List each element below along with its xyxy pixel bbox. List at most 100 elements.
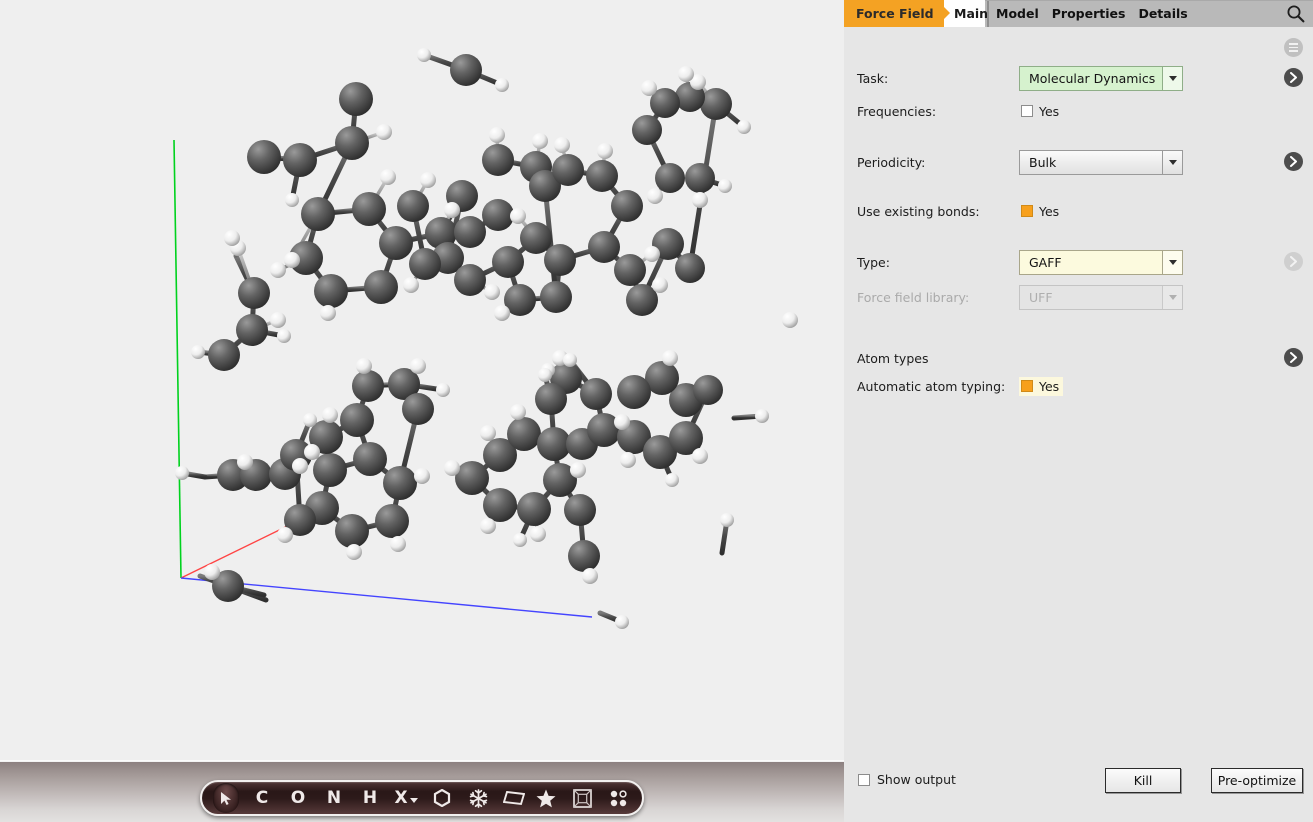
oxygen-tool[interactable]: O [285,783,311,813]
dots-icon [610,789,627,806]
force-field-library-label: Force field library: [857,290,970,305]
chevron-right-icon [1290,256,1297,267]
element-picker-tool[interactable]: X [393,783,419,813]
checkbox-box [1021,105,1033,117]
force-field-settings-panel: Force Field Main Model Properties Detail… [844,0,1313,822]
checkbox-box [858,773,870,786]
bond-group-heavy [179,52,765,625]
settings-form: Task: Molecular Dynamics Frequencies: Ye… [844,60,1313,399]
type-label: Type: [857,254,890,270]
panel-menu-button[interactable] [1284,38,1303,57]
application-window: C O N H X Force Field Main Model Propert… [0,0,1313,822]
snowflake-icon [469,788,487,808]
task-label: Task: [857,70,889,86]
plane-tool[interactable] [501,783,527,813]
row-force-field-library: Force field library: UFF [844,282,1313,313]
hamburger-line-2 [1289,46,1298,49]
snowflake-tool[interactable] [465,783,491,813]
dots-tool[interactable] [605,783,631,813]
use-existing-bonds-checkbox[interactable]: Yes [1019,202,1063,221]
chevron-right-icon [1290,156,1297,167]
force-field-library-dropdown-arrow [1162,286,1182,309]
carbon-tool[interactable]: C [249,783,275,813]
tab-force-field-label: Force Field [856,6,934,21]
checkbox-box [1021,205,1033,217]
type-dropdown-arrow[interactable] [1162,250,1182,274]
frequencies-checkbox[interactable]: Yes [1019,102,1063,121]
automatic-atom-typing-label: Automatic atom typing: [857,378,1006,394]
kill-button[interactable]: Kill [1105,768,1181,793]
force-field-library-dropdown: UFF [1019,285,1183,310]
plane-icon [503,790,525,806]
tab-force-field[interactable]: Force Field [844,0,944,27]
row-frequencies: Frequencies: Yes [844,96,1313,126]
molecule-render [173,48,798,629]
use-existing-bonds-label: Use existing bonds: [857,203,980,219]
search-icon [1287,5,1305,23]
chevron-down-icon [409,798,418,803]
hamburger-line-3 [1289,50,1298,52]
tab-force-field-pointer [937,0,950,26]
tab-divider [987,1,989,27]
tab-properties[interactable]: Properties [1052,6,1126,21]
row-task: Task: Molecular Dynamics [844,60,1313,96]
search-button[interactable] [1286,4,1305,27]
pre-optimize-button[interactable]: Pre-optimize [1211,768,1303,793]
chevron-down-icon [1168,159,1177,165]
drawing-toolbar[interactable]: C O N H X [200,780,644,816]
checkbox-box [1021,380,1033,392]
hexagon-icon [433,789,451,807]
periodicity-value: Bulk [1029,154,1057,170]
nitrogen-tool[interactable]: N [321,783,347,813]
element-picker-label: X [394,788,408,808]
chevron-right-icon [1290,72,1297,83]
unit-cell-tool[interactable] [569,783,595,813]
row-periodicity: Periodicity: Bulk [844,142,1313,182]
frequencies-checkbox-label: Yes [1039,103,1060,119]
chevron-right-icon [1290,352,1297,363]
star-icon [536,789,556,807]
row-atom-types: Atom types [844,343,1313,373]
cube-icon [572,788,592,808]
automatic-atom-typing-checkbox[interactable]: Yes [1019,376,1064,396]
atom-types-label: Atom types [857,350,929,366]
periodicity-dropdown-arrow[interactable] [1162,150,1182,174]
tab-model[interactable]: Model [996,6,1039,21]
star-tool[interactable] [533,783,559,813]
periodicity-label: Periodicity: [857,154,926,170]
task-detail-button[interactable] [1284,68,1303,87]
force-field-library-value: UFF [1029,290,1053,305]
tab-list: Model Properties Details [996,0,1188,27]
periodicity-detail-button[interactable] [1284,152,1303,171]
type-value: GAFF [1029,254,1062,270]
show-output-checkbox[interactable]: Show output [858,772,956,787]
select-cursor-tool[interactable] [213,783,239,813]
panel-footer: Show output Kill Pre-optimize [844,760,1313,822]
tab-main-label: Main [954,6,989,21]
task-dropdown[interactable]: Molecular Dynamics [1019,65,1183,91]
row-use-existing-bonds: Use existing bonds: Yes [844,196,1313,226]
chevron-down-icon [1168,75,1177,81]
chevron-down-icon [1168,259,1177,265]
molecule-3d-viewport[interactable]: C O N H X [0,0,844,822]
hamburger-line-1 [1289,43,1298,45]
ring-tool[interactable] [429,783,455,813]
row-type: Type: GAFF [844,242,1313,282]
type-detail-button [1284,252,1303,271]
periodicity-dropdown[interactable]: Bulk [1019,149,1183,175]
frequencies-label: Frequencies: [857,103,937,119]
hydrogen-tool[interactable]: H [357,783,383,813]
automatic-atom-typing-checkbox-label: Yes [1039,378,1060,394]
atom-types-detail-button[interactable] [1284,348,1303,367]
show-output-label: Show output [877,772,956,787]
row-automatic-atom-typing: Automatic atom typing: Yes [844,373,1313,399]
tab-main[interactable]: Main [954,0,988,27]
tab-details[interactable]: Details [1138,6,1187,21]
chevron-down-icon [1168,295,1177,300]
task-value: Molecular Dynamics [1029,70,1156,86]
use-existing-bonds-checkbox-label: Yes [1039,203,1060,219]
molecular-scene[interactable] [0,0,844,760]
cursor-icon [220,791,231,805]
task-dropdown-arrow[interactable] [1162,66,1182,90]
type-dropdown[interactable]: GAFF [1019,249,1183,275]
